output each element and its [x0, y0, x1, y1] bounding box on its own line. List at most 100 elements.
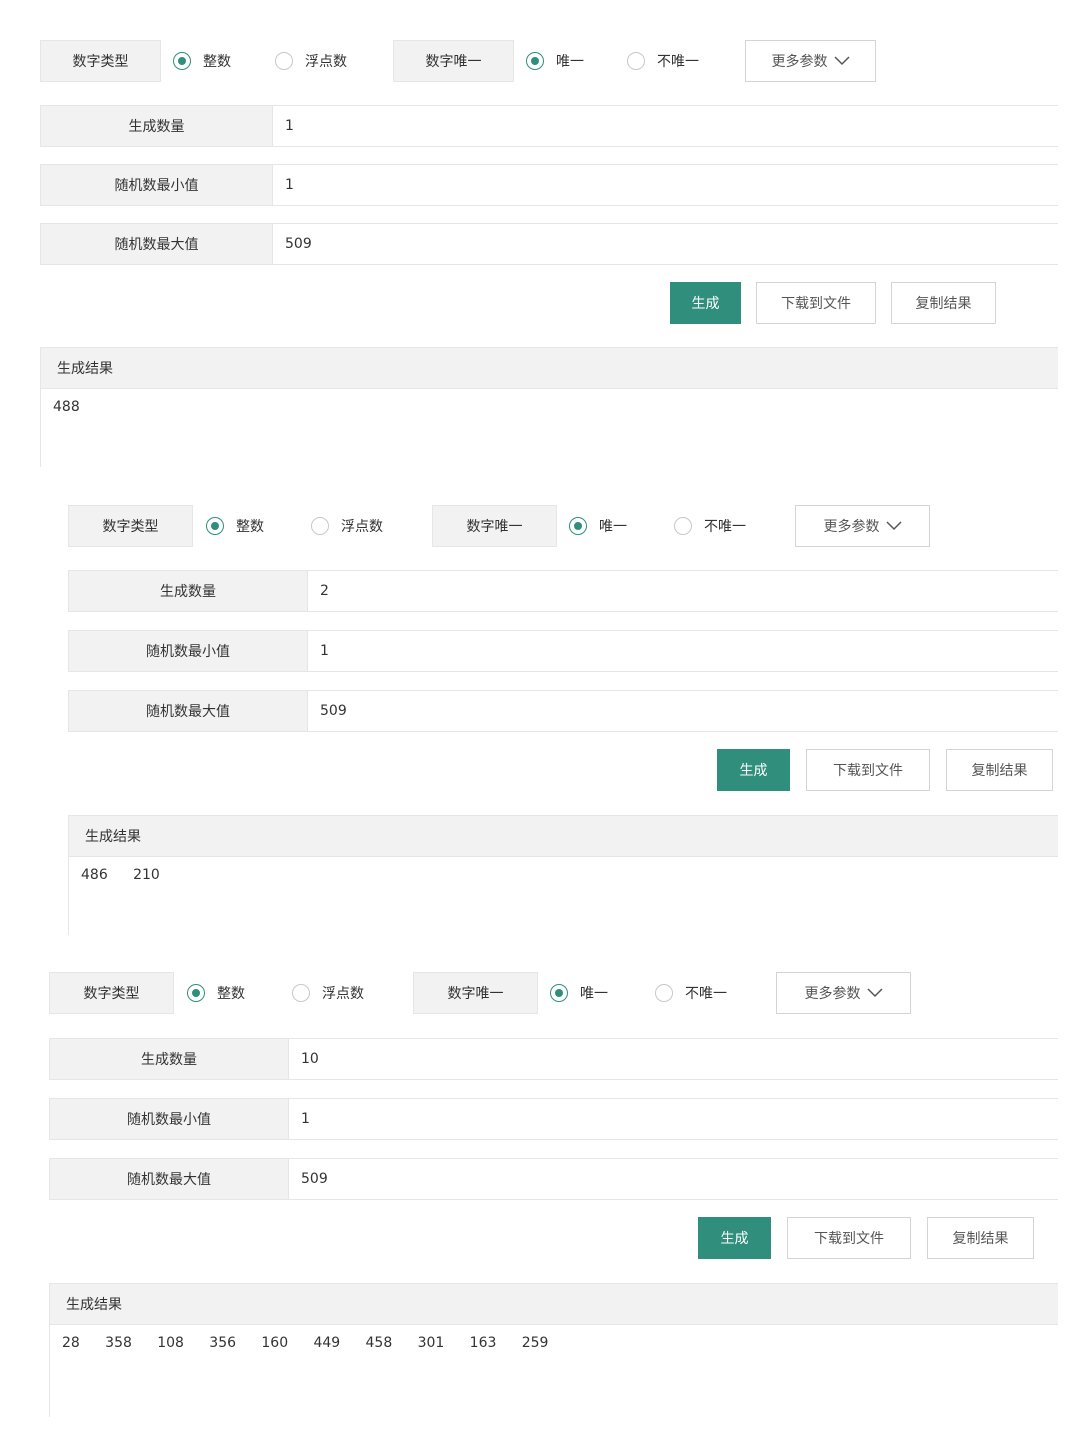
generate-result-output: 488: [40, 389, 1058, 467]
radio-unchecked-icon: [627, 52, 645, 70]
random-min-input[interactable]: 1: [307, 631, 1058, 671]
random-min-row: 随机数最小值 1: [68, 630, 1058, 672]
radio-unchecked-icon: [674, 517, 692, 535]
radio-float-label: 浮点数: [341, 519, 383, 535]
random-min-label: 随机数最小值: [40, 165, 272, 205]
generator-panel-3: 数字类型 整数 浮点数 数字唯一 唯一 不唯一 更多参数 生成数量 10 随机数…: [49, 972, 1058, 1417]
radio-not-unique-label: 不唯一: [704, 519, 746, 535]
radio-float[interactable]: 浮点数: [275, 40, 347, 82]
random-max-label: 随机数最大值: [49, 1159, 288, 1199]
chevron-down-icon: [833, 56, 850, 66]
random-max-row: 随机数最大值 509: [68, 690, 1058, 732]
radio-unique[interactable]: 唯一: [526, 40, 584, 82]
options-bar: 数字类型 整数 浮点数 数字唯一 唯一 不唯一 更多参数: [40, 40, 1058, 82]
generate-count-label: 生成数量: [68, 571, 307, 611]
radio-unchecked-icon: [311, 517, 329, 535]
generate-button[interactable]: 生成: [717, 749, 790, 791]
random-max-row: 随机数最大值 509: [49, 1158, 1058, 1200]
radio-checked-icon: [173, 52, 191, 70]
options-bar: 数字类型 整数 浮点数 数字唯一 唯一 不唯一 更多参数: [49, 972, 1058, 1014]
generate-count-input[interactable]: 1: [272, 106, 1058, 146]
generate-count-label: 生成数量: [40, 106, 272, 146]
more-params-label: 更多参数: [823, 519, 880, 535]
generate-button[interactable]: 生成: [698, 1217, 771, 1259]
radio-unique[interactable]: 唯一: [550, 972, 608, 1014]
chevron-down-icon: [885, 521, 902, 531]
radio-unchecked-icon: [655, 984, 673, 1002]
download-to-file-button[interactable]: 下载到文件: [806, 749, 930, 791]
generate-count-input[interactable]: 10: [288, 1039, 1058, 1079]
download-to-file-button[interactable]: 下载到文件: [756, 282, 876, 324]
generate-result-header: 生成结果: [68, 815, 1058, 857]
radio-not-unique[interactable]: 不唯一: [655, 972, 727, 1014]
radio-integer-label: 整数: [203, 54, 231, 70]
more-params-button[interactable]: 更多参数: [776, 972, 911, 1014]
radio-integer[interactable]: 整数: [206, 505, 264, 547]
radio-integer-label: 整数: [217, 986, 245, 1002]
more-params-button[interactable]: 更多参数: [745, 40, 876, 82]
generate-result-header: 生成结果: [49, 1283, 1058, 1325]
random-max-input[interactable]: 509: [288, 1159, 1058, 1199]
radio-float[interactable]: 浮点数: [311, 505, 383, 547]
random-max-input[interactable]: 509: [307, 691, 1058, 731]
options-bar: 数字类型 整数 浮点数 数字唯一 唯一 不唯一 更多参数: [68, 505, 1058, 547]
number-unique-label: 数字唯一: [432, 505, 557, 547]
copy-result-button[interactable]: 复制结果: [891, 282, 996, 324]
more-params-button[interactable]: 更多参数: [795, 505, 930, 547]
generator-panel-2: 数字类型 整数 浮点数 数字唯一 唯一 不唯一 更多参数 生成数量 2 随机数最…: [68, 505, 1058, 935]
generate-count-input[interactable]: 2: [307, 571, 1058, 611]
generate-count-label: 生成数量: [49, 1039, 288, 1079]
random-min-row: 随机数最小值 1: [49, 1098, 1058, 1140]
radio-unique-label: 唯一: [580, 986, 608, 1002]
random-min-row: 随机数最小值 1: [40, 164, 1058, 206]
radio-integer[interactable]: 整数: [173, 40, 231, 82]
random-min-label: 随机数最小值: [68, 631, 307, 671]
more-params-label: 更多参数: [771, 54, 828, 70]
random-max-label: 随机数最大值: [68, 691, 307, 731]
radio-not-unique[interactable]: 不唯一: [627, 40, 699, 82]
radio-not-unique-label: 不唯一: [657, 54, 699, 70]
chevron-down-icon: [866, 988, 883, 998]
random-max-input[interactable]: 509: [272, 224, 1058, 264]
number-type-label: 数字类型: [68, 505, 193, 547]
radio-checked-icon: [526, 52, 544, 70]
radio-checked-icon: [206, 517, 224, 535]
random-max-label: 随机数最大值: [40, 224, 272, 264]
generate-result-output: 28 358 108 356 160 449 458 301 163 259: [49, 1325, 1058, 1417]
random-min-input[interactable]: 1: [288, 1099, 1058, 1139]
radio-unique-label: 唯一: [556, 54, 584, 70]
generate-count-row: 生成数量 1: [40, 105, 1058, 147]
copy-result-button[interactable]: 复制结果: [927, 1217, 1034, 1259]
action-buttons: 生成 下载到文件 复制结果: [40, 282, 1058, 324]
copy-result-button[interactable]: 复制结果: [946, 749, 1053, 791]
action-buttons: 生成 下载到文件 复制结果: [68, 749, 1058, 791]
radio-not-unique-label: 不唯一: [685, 986, 727, 1002]
radio-checked-icon: [187, 984, 205, 1002]
download-to-file-button[interactable]: 下载到文件: [787, 1217, 911, 1259]
action-buttons: 生成 下载到文件 复制结果: [49, 1217, 1058, 1259]
radio-float[interactable]: 浮点数: [292, 972, 364, 1014]
radio-integer-label: 整数: [236, 519, 264, 535]
generator-panel-1: 数字类型 整数 浮点数 数字唯一 唯一 不唯一 更多参数 生成数量 1 随机数最…: [40, 40, 1058, 467]
number-unique-label: 数字唯一: [393, 40, 514, 82]
radio-not-unique[interactable]: 不唯一: [674, 505, 746, 547]
radio-unique-label: 唯一: [599, 519, 627, 535]
random-min-input[interactable]: 1: [272, 165, 1058, 205]
more-params-label: 更多参数: [804, 986, 861, 1002]
radio-float-label: 浮点数: [322, 986, 364, 1002]
generate-count-row: 生成数量 10: [49, 1038, 1058, 1080]
radio-unique[interactable]: 唯一: [569, 505, 627, 547]
generate-button[interactable]: 生成: [670, 282, 741, 324]
radio-checked-icon: [569, 517, 587, 535]
radio-unchecked-icon: [292, 984, 310, 1002]
number-unique-label: 数字唯一: [413, 972, 538, 1014]
number-type-label: 数字类型: [49, 972, 174, 1014]
radio-unchecked-icon: [275, 52, 293, 70]
number-type-label: 数字类型: [40, 40, 161, 82]
generate-result-header: 生成结果: [40, 347, 1058, 389]
random-max-row: 随机数最大值 509: [40, 223, 1058, 265]
generate-count-row: 生成数量 2: [68, 570, 1058, 612]
generate-result-output: 486 210: [68, 857, 1058, 935]
radio-integer[interactable]: 整数: [187, 972, 245, 1014]
radio-checked-icon: [550, 984, 568, 1002]
